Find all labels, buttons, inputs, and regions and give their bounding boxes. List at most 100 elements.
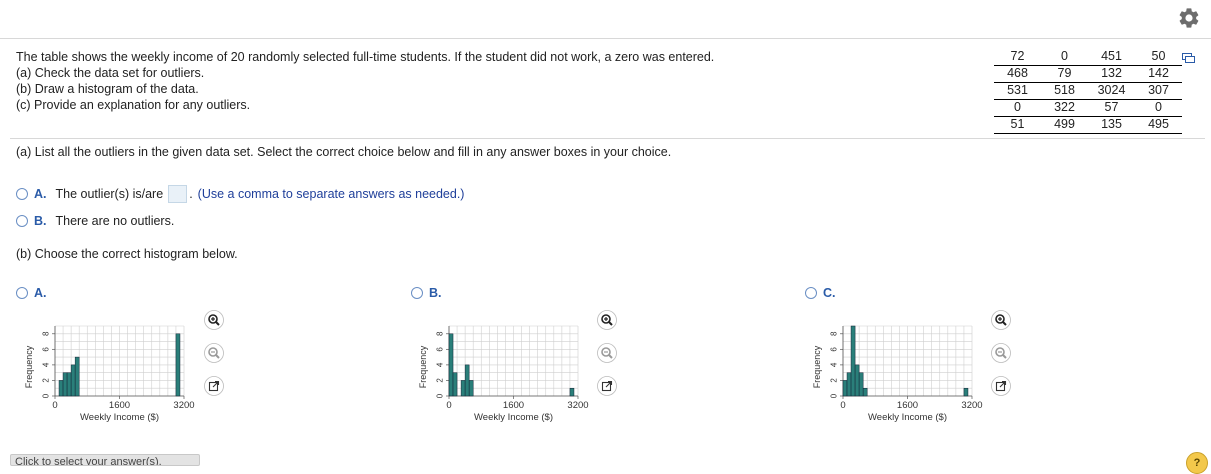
data-table: 72 0 451 50 468 79 132 142 531 518 3024 … [994, 49, 1182, 134]
zoom-out-icon[interactable] [597, 343, 617, 363]
histogram-a-letter: A. [34, 286, 47, 300]
histogram-b-choice: B. [411, 286, 451, 300]
x-axis-label: Weekly Income ($) [868, 412, 947, 423]
histogram-c-letter: C. [823, 286, 836, 300]
x-tick-label: 0 [446, 400, 451, 411]
y-tick-label: 2 [830, 378, 839, 383]
table-row: 0 322 57 0 [994, 99, 1182, 117]
table-row: 72 0 451 50 [994, 49, 1182, 66]
table-cell: 495 [1135, 116, 1182, 134]
histogram-bar [62, 372, 68, 397]
question-line: (a) Check the data set for outliers. [16, 66, 205, 80]
table-cell: 142 [1135, 65, 1182, 83]
histogram-bar [452, 372, 458, 397]
section-divider [10, 138, 1205, 139]
histogram-a-choice: A. [16, 286, 56, 300]
histogram-b-letter: B. [429, 286, 442, 300]
table-cell: 322 [1041, 99, 1088, 117]
part-b-prompt: (b) Choose the correct histogram below. [16, 247, 238, 261]
table-cell: 51 [994, 116, 1041, 134]
histogram-bar [460, 380, 466, 397]
histogram-bar [846, 372, 852, 397]
histogram-bar [58, 380, 64, 397]
table-cell: 0 [1041, 49, 1088, 66]
table-cell: 72 [994, 49, 1041, 66]
histogram-bar [854, 364, 860, 397]
choice-b-letter: B. [34, 214, 47, 228]
histogram-c-radio[interactable] [805, 287, 817, 299]
histogram-bar [175, 333, 181, 397]
table-cell: 132 [1088, 65, 1135, 83]
y-axis-label: Frequency [812, 345, 822, 388]
enlarge-icon[interactable] [597, 376, 617, 396]
y-tick-label: 8 [830, 331, 839, 336]
outlier-answer-input[interactable] [168, 185, 188, 203]
enlarge-icon[interactable] [991, 376, 1011, 396]
y-tick-label: 0 [42, 393, 51, 398]
histogram-a: 0 2 4 6 8 0 1600 3200 Weekly Income ($) Frequency [24, 325, 195, 423]
select-answer-button[interactable]: Click to select your answer(s). [10, 454, 200, 466]
table-cell: 135 [1088, 116, 1135, 134]
y-tick-label: 2 [436, 378, 445, 383]
question-line: (b) Draw a histogram of the data. [16, 82, 199, 96]
table-row: 51 499 135 495 [994, 116, 1182, 134]
histogram-b: 0 2 4 6 8 0 1600 3200 Weekly Income ($) Frequency [418, 325, 589, 423]
x-axis-label: Weekly Income ($) [474, 412, 553, 423]
table-cell: 307 [1135, 82, 1182, 100]
histogram-bar [74, 356, 80, 397]
x-tick-label: 3200 [567, 400, 588, 411]
histogram-bar [842, 380, 848, 397]
x-tick-label: 3200 [961, 400, 982, 411]
table-cell: 57 [1088, 99, 1135, 117]
table-cell: 499 [1041, 116, 1088, 134]
question-line: The table shows the weekly income of 20 … [16, 50, 715, 64]
histogram-bar [862, 387, 868, 397]
histogram-c-choice: C. [805, 286, 845, 300]
x-tick-label: 1600 [109, 400, 130, 411]
y-tick-label: 8 [436, 331, 445, 336]
choice-a-letter: A. [34, 187, 47, 201]
y-tick-label: 6 [830, 347, 839, 352]
zoom-in-icon[interactable] [991, 310, 1011, 330]
help-button[interactable]: ? [1186, 452, 1208, 474]
zoom-in-icon[interactable] [204, 310, 224, 330]
question-line: (c) Provide an explanation for any outli… [16, 98, 251, 112]
histogram-bar [464, 364, 470, 397]
y-axis-label: Frequency [418, 345, 428, 388]
header-divider [0, 38, 1211, 39]
histogram-bar [963, 387, 969, 397]
zoom-out-icon[interactable] [204, 343, 224, 363]
y-tick-label: 0 [830, 393, 839, 398]
copy-icon[interactable] [1182, 53, 1195, 63]
x-axis-label: Weekly Income ($) [80, 412, 159, 423]
table-cell: 518 [1041, 82, 1088, 100]
y-tick-label: 8 [42, 331, 51, 336]
y-tick-label: 4 [436, 362, 445, 367]
histogram-bar [448, 333, 454, 397]
choice-a-period: . [189, 187, 193, 201]
question-text: The table shows the weekly income of 20 … [16, 49, 714, 113]
histogram-c: 0 2 4 6 8 0 1600 3200 Weekly Income ($) Frequency [812, 325, 983, 423]
y-tick-label: 6 [436, 347, 445, 352]
table-cell: 468 [994, 65, 1041, 83]
enlarge-icon[interactable] [204, 376, 224, 396]
table-cell: 50 [1135, 49, 1182, 66]
x-tick-label: 0 [52, 400, 57, 411]
x-tick-label: 0 [840, 400, 845, 411]
x-tick-label: 1600 [897, 400, 918, 411]
table-row: 531 518 3024 307 [994, 82, 1182, 100]
y-tick-label: 0 [436, 393, 445, 398]
histogram-b-radio[interactable] [411, 287, 423, 299]
histogram-bar [858, 372, 864, 397]
y-tick-label: 6 [42, 347, 51, 352]
part-a-prompt: (a) List all the outliers in the given d… [16, 145, 672, 159]
zoom-out-icon[interactable] [991, 343, 1011, 363]
gear-icon[interactable] [1177, 6, 1201, 30]
choice-a-radio[interactable] [16, 188, 28, 200]
choice-b-text: There are no outliers. [55, 214, 175, 228]
histogram-a-radio[interactable] [16, 287, 28, 299]
zoom-in-icon[interactable] [597, 310, 617, 330]
choice-b-row: B. There are no outliers. [16, 214, 174, 228]
choice-b-radio[interactable] [16, 215, 28, 227]
table-cell: 3024 [1088, 82, 1135, 100]
